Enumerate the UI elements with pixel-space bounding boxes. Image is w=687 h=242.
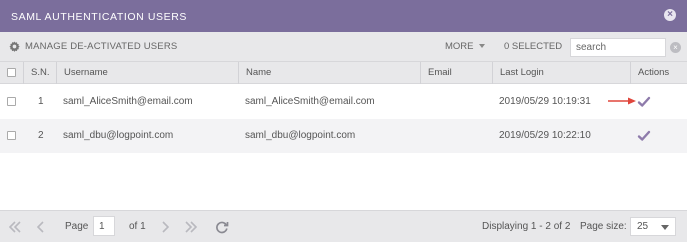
row-name: saml_AliceSmith@email.com: [245, 96, 375, 107]
table-header: S.N. Username Name Email Last Login Acti…: [0, 62, 687, 84]
search-input[interactable]: [570, 38, 666, 57]
dialog-titlebar: SAML AUTHENTICATION USERS ×: [0, 0, 687, 32]
page-number-input[interactable]: [93, 216, 115, 236]
page-size-label: Page size:: [580, 221, 627, 232]
row-last-login: 2019/05/29 10:19:31: [499, 96, 591, 107]
clear-search-icon[interactable]: ×: [670, 42, 681, 53]
page-count-label: of 1: [129, 221, 146, 232]
select-all-checkbox[interactable]: [7, 68, 16, 77]
manage-deactivated-users-label: MANAGE DE-ACTIVATED USERS: [25, 41, 178, 52]
selected-count: 0 SELECTED: [504, 41, 563, 52]
column-header-sn[interactable]: S.N.: [23, 62, 56, 84]
check-icon[interactable]: [637, 95, 651, 109]
chevron-down-icon: [661, 225, 669, 230]
row-sn: 1: [38, 96, 44, 107]
row-last-login: 2019/05/29 10:22:10: [499, 130, 591, 141]
page-size-value: 25: [637, 221, 649, 232]
row-checkbox[interactable]: [7, 131, 16, 140]
more-dropdown[interactable]: MORE: [445, 41, 485, 52]
chevron-down-icon: [478, 44, 485, 49]
next-page-icon[interactable]: [158, 220, 172, 234]
row-name: saml_dbu@logpoint.com: [245, 130, 356, 141]
more-label: MORE: [445, 41, 474, 52]
displaying-summary: Displaying 1 - 2 of 2: [482, 221, 571, 232]
column-header-email[interactable]: Email: [420, 62, 492, 84]
close-icon[interactable]: ×: [664, 9, 676, 21]
gear-icon: [9, 41, 20, 52]
dialog-title: SAML AUTHENTICATION USERS: [11, 11, 188, 23]
column-header-username[interactable]: Username: [56, 62, 238, 84]
column-header-last-login[interactable]: Last Login: [492, 62, 630, 84]
page-size-select[interactable]: 25: [630, 217, 676, 236]
pagination-bar: Page of 1 Displaying 1 - 2 of 2 Page siz…: [0, 210, 687, 242]
column-header-name[interactable]: Name: [238, 62, 420, 84]
row-checkbox[interactable]: [7, 97, 16, 106]
page-label: Page: [65, 221, 89, 232]
prev-page-icon[interactable]: [34, 220, 48, 234]
manage-deactivated-users-button[interactable]: MANAGE DE-ACTIVATED USERS: [9, 41, 177, 52]
row-sn: 2: [38, 130, 44, 141]
row-username: saml_dbu@logpoint.com: [63, 130, 174, 141]
refresh-icon[interactable]: [215, 220, 229, 234]
last-page-icon[interactable]: [184, 220, 198, 234]
table-row[interactable]: 1 saml_AliceSmith@email.com saml_AliceSm…: [0, 85, 687, 119]
table-row[interactable]: 2 saml_dbu@logpoint.com saml_dbu@logpoin…: [0, 119, 687, 153]
first-page-icon[interactable]: [8, 220, 22, 234]
row-username: saml_AliceSmith@email.com: [63, 96, 193, 107]
column-header-actions: Actions: [630, 62, 687, 84]
check-icon[interactable]: [637, 129, 651, 143]
annotation-arrow-icon: [608, 97, 636, 105]
